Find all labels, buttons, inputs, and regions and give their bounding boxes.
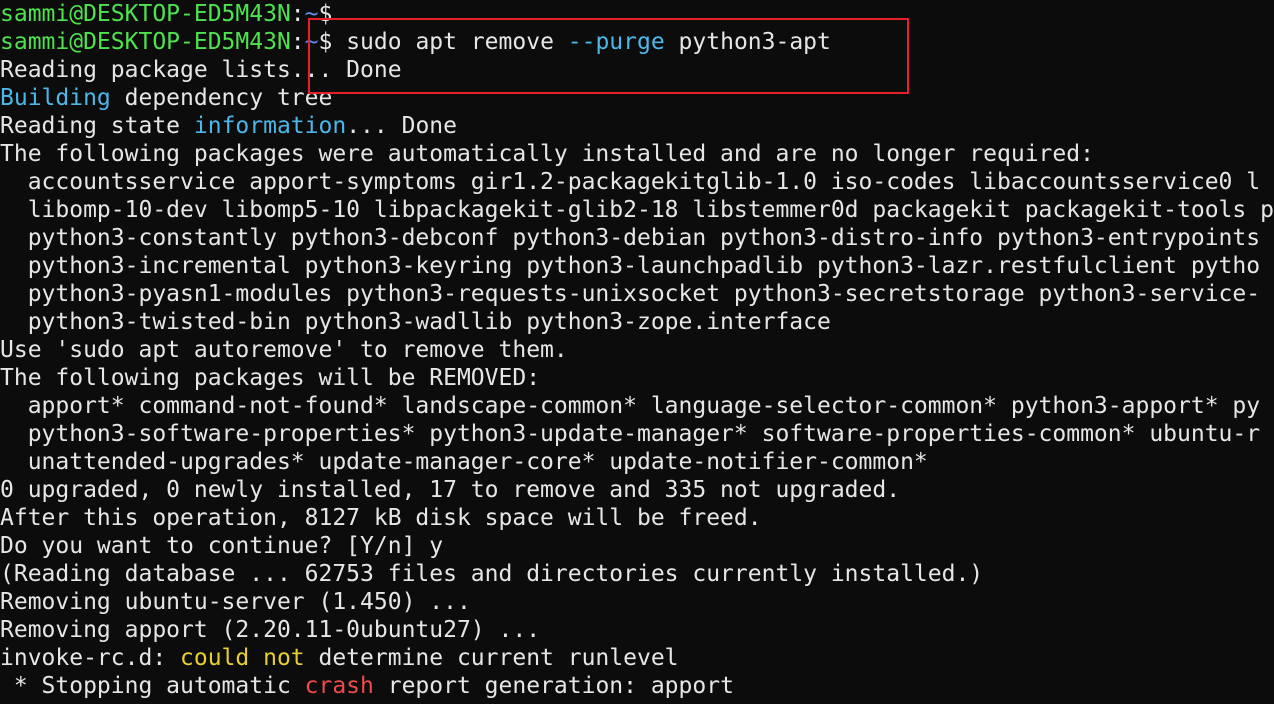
terminal-line: 0 upgraded, 0 newly installed, 17 to rem… xyxy=(0,476,1274,504)
terminal-text-segment: python3-apt xyxy=(664,29,831,55)
terminal-text-segment: unattended-upgrades* update-manager-core… xyxy=(0,449,928,475)
terminal-line: apport* command-not-found* landscape-com… xyxy=(0,392,1274,420)
terminal-line: After this operation, 8127 kB disk space… xyxy=(0,504,1274,532)
terminal-text-segment: : xyxy=(290,29,305,55)
terminal-text-segment: report generation: apport xyxy=(373,673,734,699)
terminal-line: Building dependency tree xyxy=(0,84,1274,112)
terminal-text-segment: After this operation, 8127 kB disk space… xyxy=(0,505,762,531)
terminal-line: python3-twisted-bin python3-wadllib pyth… xyxy=(0,308,1274,336)
terminal-line: * Stopping automatic crash report genera… xyxy=(0,672,1274,700)
terminal-line: python3-incremental python3-keyring pyth… xyxy=(0,252,1274,280)
terminal-text-segment: ~ xyxy=(304,1,319,27)
terminal-line: invoke-rc.d: could not determine current… xyxy=(0,644,1274,672)
terminal-text-segment: Removing ubuntu-server (1.450) ... xyxy=(0,589,471,615)
terminal-output[interactable]: sammi@DESKTOP-ED5M43N:~$ sammi@DESKTOP-ED… xyxy=(0,0,1274,704)
terminal-line: Reading state information... Done xyxy=(0,112,1274,140)
terminal-text-segment: python3-pyasn1-modules python3-requests-… xyxy=(0,281,1261,307)
terminal-text-segment: dependency tree xyxy=(110,85,333,111)
terminal-text-segment: The following packages will be REMOVED: xyxy=(0,365,541,391)
terminal-text-segment: Removing apport (2.20.11-0ubuntu27) ... xyxy=(0,617,541,643)
terminal-text-segment: (Reading database ... 62753 files and di… xyxy=(0,561,984,587)
terminal-text-segment: --purge xyxy=(567,29,665,55)
terminal-text-segment: Reading state xyxy=(0,113,194,139)
terminal-line: python3-pyasn1-modules python3-requests-… xyxy=(0,280,1274,308)
terminal-text-segment: sammi@DESKTOP-ED5M43N xyxy=(0,1,291,27)
terminal-text-segment: python3-constantly python3-debconf pytho… xyxy=(0,225,1261,251)
terminal-text-segment: $ sudo apt remove xyxy=(318,29,568,55)
terminal-text-segment: invoke-rc.d: xyxy=(0,645,181,671)
terminal-text-segment: ~ xyxy=(304,29,319,55)
terminal-text-segment: python3-incremental python3-keyring pyth… xyxy=(0,253,1261,279)
terminal-text-segment: could not xyxy=(180,645,305,671)
terminal-text-segment: * Stopping automatic xyxy=(0,673,305,699)
terminal-text-segment: Reading package lists... Done xyxy=(0,57,402,83)
terminal-text-segment: 0 upgraded, 0 newly installed, 17 to rem… xyxy=(0,477,901,503)
terminal-text-segment: information xyxy=(193,113,347,139)
terminal-line: Removing apport (2.20.11-0ubuntu27) ... xyxy=(0,616,1274,644)
terminal-text-segment: $ xyxy=(318,1,333,27)
terminal-line: Do you want to continue? [Y/n] y xyxy=(0,532,1274,560)
terminal-line: Use 'sudo apt autoremove' to remove them… xyxy=(0,336,1274,364)
terminal-text-segment: : xyxy=(290,1,305,27)
terminal-line: libomp-10-dev libomp5-10 libpackagekit-g… xyxy=(0,196,1274,224)
terminal-text-segment: Use 'sudo apt autoremove' to remove them… xyxy=(0,337,568,363)
terminal-text-segment: python3-software-properties* python3-upd… xyxy=(0,421,1261,447)
terminal-line: The following packages will be REMOVED: xyxy=(0,364,1274,392)
terminal-text-segment: crash xyxy=(304,673,374,699)
terminal-text-segment: apport* command-not-found* landscape-com… xyxy=(0,393,1261,419)
terminal-line: The following packages were automaticall… xyxy=(0,140,1274,168)
terminal-text-segment: Building xyxy=(0,85,111,111)
terminal-text-segment: determine current runlevel xyxy=(304,645,679,671)
terminal-text-segment: ... Done xyxy=(346,113,457,139)
terminal-line: Reading package lists... Done xyxy=(0,56,1274,84)
terminal-text-segment: The following packages were automaticall… xyxy=(0,141,1094,167)
terminal-line: unattended-upgrades* update-manager-core… xyxy=(0,448,1274,476)
terminal-text-segment: Do you want to continue? [Y/n] y xyxy=(0,533,444,559)
terminal-line: (Reading database ... 62753 files and di… xyxy=(0,560,1274,588)
terminal-text-segment: sammi@DESKTOP-ED5M43N xyxy=(0,29,291,55)
terminal-line: Removing ubuntu-server (1.450) ... xyxy=(0,588,1274,616)
terminal-text-segment: python3-twisted-bin python3-wadllib pyth… xyxy=(0,309,831,335)
terminal-line: accountsservice apport-symptoms gir1.2-p… xyxy=(0,168,1274,196)
terminal-text-segment: accountsservice apport-symptoms gir1.2-p… xyxy=(0,169,1261,195)
terminal-line: python3-constantly python3-debconf pytho… xyxy=(0,224,1274,252)
terminal-line: sammi@DESKTOP-ED5M43N:~$ sudo apt remove… xyxy=(0,28,1274,56)
terminal-text-segment: libomp-10-dev libomp5-10 libpackagekit-g… xyxy=(0,197,1274,223)
terminal-line: sammi@DESKTOP-ED5M43N:~$ xyxy=(0,0,1274,28)
terminal-line: python3-software-properties* python3-upd… xyxy=(0,420,1274,448)
